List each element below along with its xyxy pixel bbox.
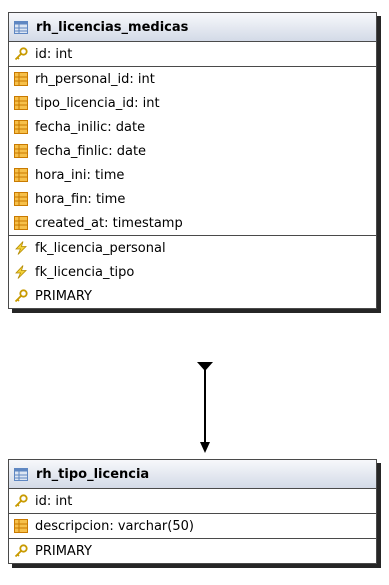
field-icon xyxy=(14,168,28,182)
relation-arrow-head xyxy=(200,442,210,453)
table-icon xyxy=(14,20,28,34)
index-row[interactable]: fk_licencia_personal xyxy=(9,236,376,260)
field-label: id: int xyxy=(35,493,73,509)
index-row[interactable]: fk_licencia_tipo xyxy=(9,260,376,284)
table-name: rh_licencias_medicas xyxy=(36,19,189,35)
relation-connector[interactable] xyxy=(180,360,230,460)
field-icon xyxy=(14,96,28,110)
foreign-key-icon xyxy=(15,265,27,279)
field-label: tipo_licencia_id: int xyxy=(35,95,160,111)
table-header[interactable]: rh_licencias_medicas xyxy=(9,13,376,42)
field-row[interactable]: fecha_finlic: date xyxy=(9,139,376,163)
index-row[interactable]: PRIMARY xyxy=(9,539,376,563)
field-label: descripcion: varchar(50) xyxy=(35,518,194,534)
field-icon xyxy=(14,72,28,86)
index-row[interactable]: PRIMARY xyxy=(9,284,376,308)
indexes-section: PRIMARY xyxy=(9,539,376,563)
field-icon xyxy=(14,216,28,230)
field-row[interactable]: descripcion: varchar(50) xyxy=(9,514,376,538)
index-label: fk_licencia_tipo xyxy=(35,264,135,280)
field-label: hora_fin: time xyxy=(35,191,126,207)
table-header[interactable]: rh_tipo_licencia xyxy=(9,460,376,489)
field-row[interactable]: id: int xyxy=(9,489,376,513)
field-row[interactable]: id: int xyxy=(9,42,376,66)
field-label: hora_ini: time xyxy=(35,167,125,183)
field-icon xyxy=(14,192,28,206)
field-row[interactable]: hora_fin: time xyxy=(9,187,376,211)
key-icon xyxy=(14,289,28,303)
index-label: PRIMARY xyxy=(35,543,92,559)
table-name: rh_tipo_licencia xyxy=(36,466,150,482)
field-label: rh_personal_id: int xyxy=(35,71,155,87)
key-icon xyxy=(14,494,28,508)
key-icon xyxy=(14,47,28,61)
field-icon xyxy=(14,144,28,158)
key-icon xyxy=(14,544,28,558)
field-row[interactable]: fecha_inilic: date xyxy=(9,115,376,139)
fields-section: rh_personal_id: int tipo_licencia_id: in… xyxy=(9,67,376,236)
field-row[interactable]: tipo_licencia_id: int xyxy=(9,91,376,115)
field-label: fecha_finlic: date xyxy=(35,143,147,159)
indexes-section: fk_licencia_personal fk_licencia_tipo PR… xyxy=(9,236,376,308)
field-icon xyxy=(14,519,28,533)
foreign-key-icon xyxy=(15,241,27,255)
field-row[interactable]: created_at: timestamp xyxy=(9,211,376,235)
field-label: fecha_inilic: date xyxy=(35,119,146,135)
field-row[interactable]: hora_ini: time xyxy=(9,163,376,187)
field-row[interactable]: rh_personal_id: int xyxy=(9,67,376,91)
primary-key-section: id: int xyxy=(9,489,376,514)
field-label: id: int xyxy=(35,46,73,62)
table-rh-tipo-licencia[interactable]: rh_tipo_licencia id: int descripcion: va… xyxy=(8,459,377,564)
index-label: PRIMARY xyxy=(35,288,92,304)
index-label: fk_licencia_personal xyxy=(35,240,166,256)
field-label: created_at: timestamp xyxy=(35,215,183,231)
table-rh-licencias-medicas[interactable]: rh_licencias_medicas id: int rh_personal… xyxy=(8,12,377,309)
table-icon xyxy=(14,467,28,481)
primary-key-section: id: int xyxy=(9,42,376,67)
field-icon xyxy=(14,120,28,134)
fields-section: descripcion: varchar(50) xyxy=(9,514,376,539)
